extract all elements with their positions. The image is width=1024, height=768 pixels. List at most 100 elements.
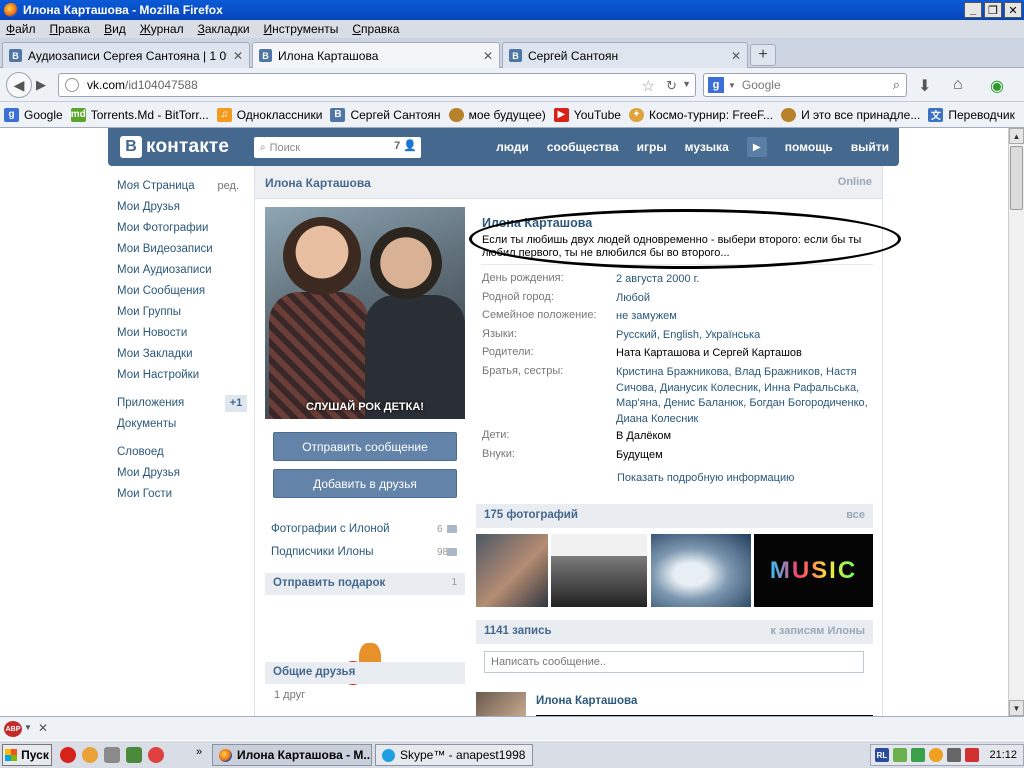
addon-icon[interactable]: ◉ — [990, 76, 1004, 96]
nav-help[interactable]: помощь — [785, 140, 833, 154]
leftmenu-photos[interactable]: Мои Фотографии — [117, 218, 247, 239]
menu-file[interactable]: Файл — [6, 22, 36, 36]
minimize-button[interactable]: _ — [964, 2, 982, 18]
add-friend-button[interactable]: Добавить в друзья — [273, 469, 457, 498]
photos-with-link[interactable]: Фотографии с Илоной — [271, 523, 390, 535]
search-box[interactable]: g ▼ Google ⌕ — [703, 73, 907, 97]
leftmenu-settings[interactable]: Мои Настройки — [117, 365, 247, 386]
new-tab-button[interactable]: + — [750, 44, 776, 66]
reload-icon[interactable]: ↻ — [666, 78, 677, 94]
close-tab-icon[interactable]: ✕ — [731, 49, 741, 63]
bookmark-cosmo[interactable]: ✦ Космо-турнир: FreeF... — [628, 107, 773, 122]
task-skype[interactable]: Skype™ - anapest1998 — [375, 744, 533, 766]
bookmark-google[interactable]: g Google — [4, 107, 63, 122]
volume-icon[interactable] — [947, 748, 961, 762]
photo-thumb[interactable] — [651, 534, 751, 607]
close-icon[interactable]: ✕ — [38, 721, 48, 735]
media-icon[interactable] — [148, 747, 164, 763]
send-message-button[interactable]: Отправить сообщение — [273, 432, 457, 461]
vk-search-input[interactable]: ⌕ Поиск 7 👤 — [254, 137, 421, 158]
leftmenu-news[interactable]: Мои Новости — [117, 323, 247, 344]
vk-logo[interactable]: В контакте — [120, 136, 229, 158]
leftmenu-videos[interactable]: Мои Видеозаписи — [117, 239, 247, 260]
bookmark-belongs[interactable]: И это все принадле... — [781, 107, 920, 122]
photos-section-head[interactable]: 175 фотографий все — [476, 504, 873, 528]
download-icon[interactable]: ⬇ — [918, 76, 931, 96]
tab-ilona[interactable]: B Илона Карташова ✕ — [252, 42, 500, 68]
bookmark-translator[interactable]: 文 Переводчик — [928, 107, 1015, 122]
nav-games[interactable]: игры — [637, 140, 667, 154]
tray-check-icon[interactable] — [893, 748, 907, 762]
leftmenu-bookmarks[interactable]: Мои Закладки — [117, 344, 247, 365]
scroll-thumb[interactable] — [1010, 146, 1023, 210]
bookmark-youtube[interactable]: ▶ YouTube — [553, 107, 621, 122]
search-icon[interactable]: ⌕ — [893, 77, 900, 93]
photos-all-link[interactable]: все — [846, 509, 865, 521]
close-tab-icon[interactable]: ✕ — [233, 49, 243, 63]
post-author[interactable]: Илона Карташова — [536, 695, 637, 707]
adblock-icon[interactable]: ABP — [4, 721, 22, 737]
gift-block-head[interactable]: Отправить подарок 1 — [265, 573, 465, 595]
tray-avast-icon[interactable] — [929, 748, 943, 762]
leftmenu-audio[interactable]: Мои Аудиозаписи — [117, 260, 247, 281]
forward-button[interactable]: ▶ — [36, 77, 46, 93]
scroll-up-icon[interactable]: ▲ — [1009, 128, 1024, 144]
wall-owner-link[interactable]: к записям Илоны — [770, 625, 865, 637]
nav-logout[interactable]: выйти — [851, 140, 889, 154]
tray-alert-icon[interactable] — [965, 748, 979, 762]
opera-icon[interactable] — [60, 747, 76, 763]
menu-bookmarks[interactable]: Закладки — [198, 22, 250, 36]
leftmenu-apps[interactable]: Приложения +1 — [117, 393, 247, 414]
profile-avatar[interactable]: СЛУШАЙ РОК ДЕТКА! — [265, 207, 465, 419]
maximize-button[interactable]: ❐ — [984, 2, 1002, 18]
home-icon[interactable]: ⌂ — [953, 76, 963, 94]
page-scrollbar[interactable]: ▲ ▼ — [1008, 128, 1024, 716]
photo-thumb[interactable] — [551, 534, 647, 607]
avast-icon[interactable] — [82, 747, 98, 763]
url-bar[interactable]: vk.com/id104047588 ☆ ↻ ▼ — [58, 73, 696, 97]
tab-sergey[interactable]: B Сергей Сантоян ✕ — [502, 42, 748, 68]
bookmark-future[interactable]: мое будущее) — [448, 107, 546, 122]
leftmenu-friends[interactable]: Мои Друзья — [117, 197, 247, 218]
leftmenu-my-page[interactable]: Моя Страница ред. — [117, 176, 247, 197]
close-tab-icon[interactable]: ✕ — [483, 49, 493, 63]
wall-section-head[interactable]: 1141 запись к записям Илоны — [476, 620, 873, 644]
back-button[interactable]: ◀ — [6, 72, 32, 98]
scroll-down-icon[interactable]: ▼ — [1009, 700, 1024, 716]
photo-thumb[interactable]: MUSIC — [754, 534, 873, 607]
post-input[interactable]: Написать сообщение.. — [484, 651, 864, 673]
menu-history[interactable]: Журнал — [140, 22, 184, 36]
bookmark-sergey[interactable]: B Сергей Сантоян — [330, 107, 441, 122]
leftmenu-guests[interactable]: Мои Гости — [117, 484, 247, 505]
photo-thumb[interactable] — [476, 534, 548, 607]
bookmark-odnoklassniki[interactable]: ♫ Одноклассники — [216, 107, 322, 122]
edit-link[interactable]: ред. — [218, 176, 239, 197]
play-icon[interactable]: ▶ — [746, 137, 767, 157]
close-button[interactable]: ✕ — [1004, 2, 1022, 18]
common-friends-head[interactable]: Общие друзья — [265, 662, 465, 684]
film-icon[interactable] — [104, 747, 120, 763]
chevron-down-icon[interactable]: ▼ — [682, 79, 691, 89]
bookmark-star-icon[interactable]: ☆ — [642, 77, 655, 95]
tray-shield-icon[interactable] — [911, 748, 925, 762]
chevron-down-icon[interactable]: ▼ — [24, 723, 32, 732]
leftmenu-my-friends-app[interactable]: Мои Друзья — [117, 463, 247, 484]
nav-people[interactable]: люди — [496, 140, 529, 154]
leftmenu-groups[interactable]: Мои Группы — [117, 302, 247, 323]
leftmenu-messages[interactable]: Мои Сообщения — [117, 281, 247, 302]
menu-tools[interactable]: Инструменты — [264, 22, 339, 36]
overflow-chevron-icon[interactable]: » — [196, 746, 202, 758]
nav-communities[interactable]: сообщества — [547, 140, 619, 154]
show-more-link[interactable]: Показать подробную информацию — [617, 472, 794, 484]
chevron-down-icon[interactable]: ▼ — [728, 81, 736, 90]
menu-help[interactable]: Справка — [352, 22, 399, 36]
bookmark-torrents[interactable]: md Torrents.Md - BitTorr... — [70, 107, 209, 122]
menu-view[interactable]: Вид — [104, 22, 126, 36]
leftmenu-documents[interactable]: Документы — [117, 414, 247, 435]
menu-edit[interactable]: Правка — [50, 22, 91, 36]
network-icon[interactable] — [126, 747, 142, 763]
leftmenu-slovoed[interactable]: Словоед — [117, 442, 247, 463]
language-icon[interactable]: RL — [875, 748, 889, 762]
nav-music[interactable]: музыка — [685, 140, 729, 154]
start-button[interactable]: Пуск — [2, 744, 52, 766]
